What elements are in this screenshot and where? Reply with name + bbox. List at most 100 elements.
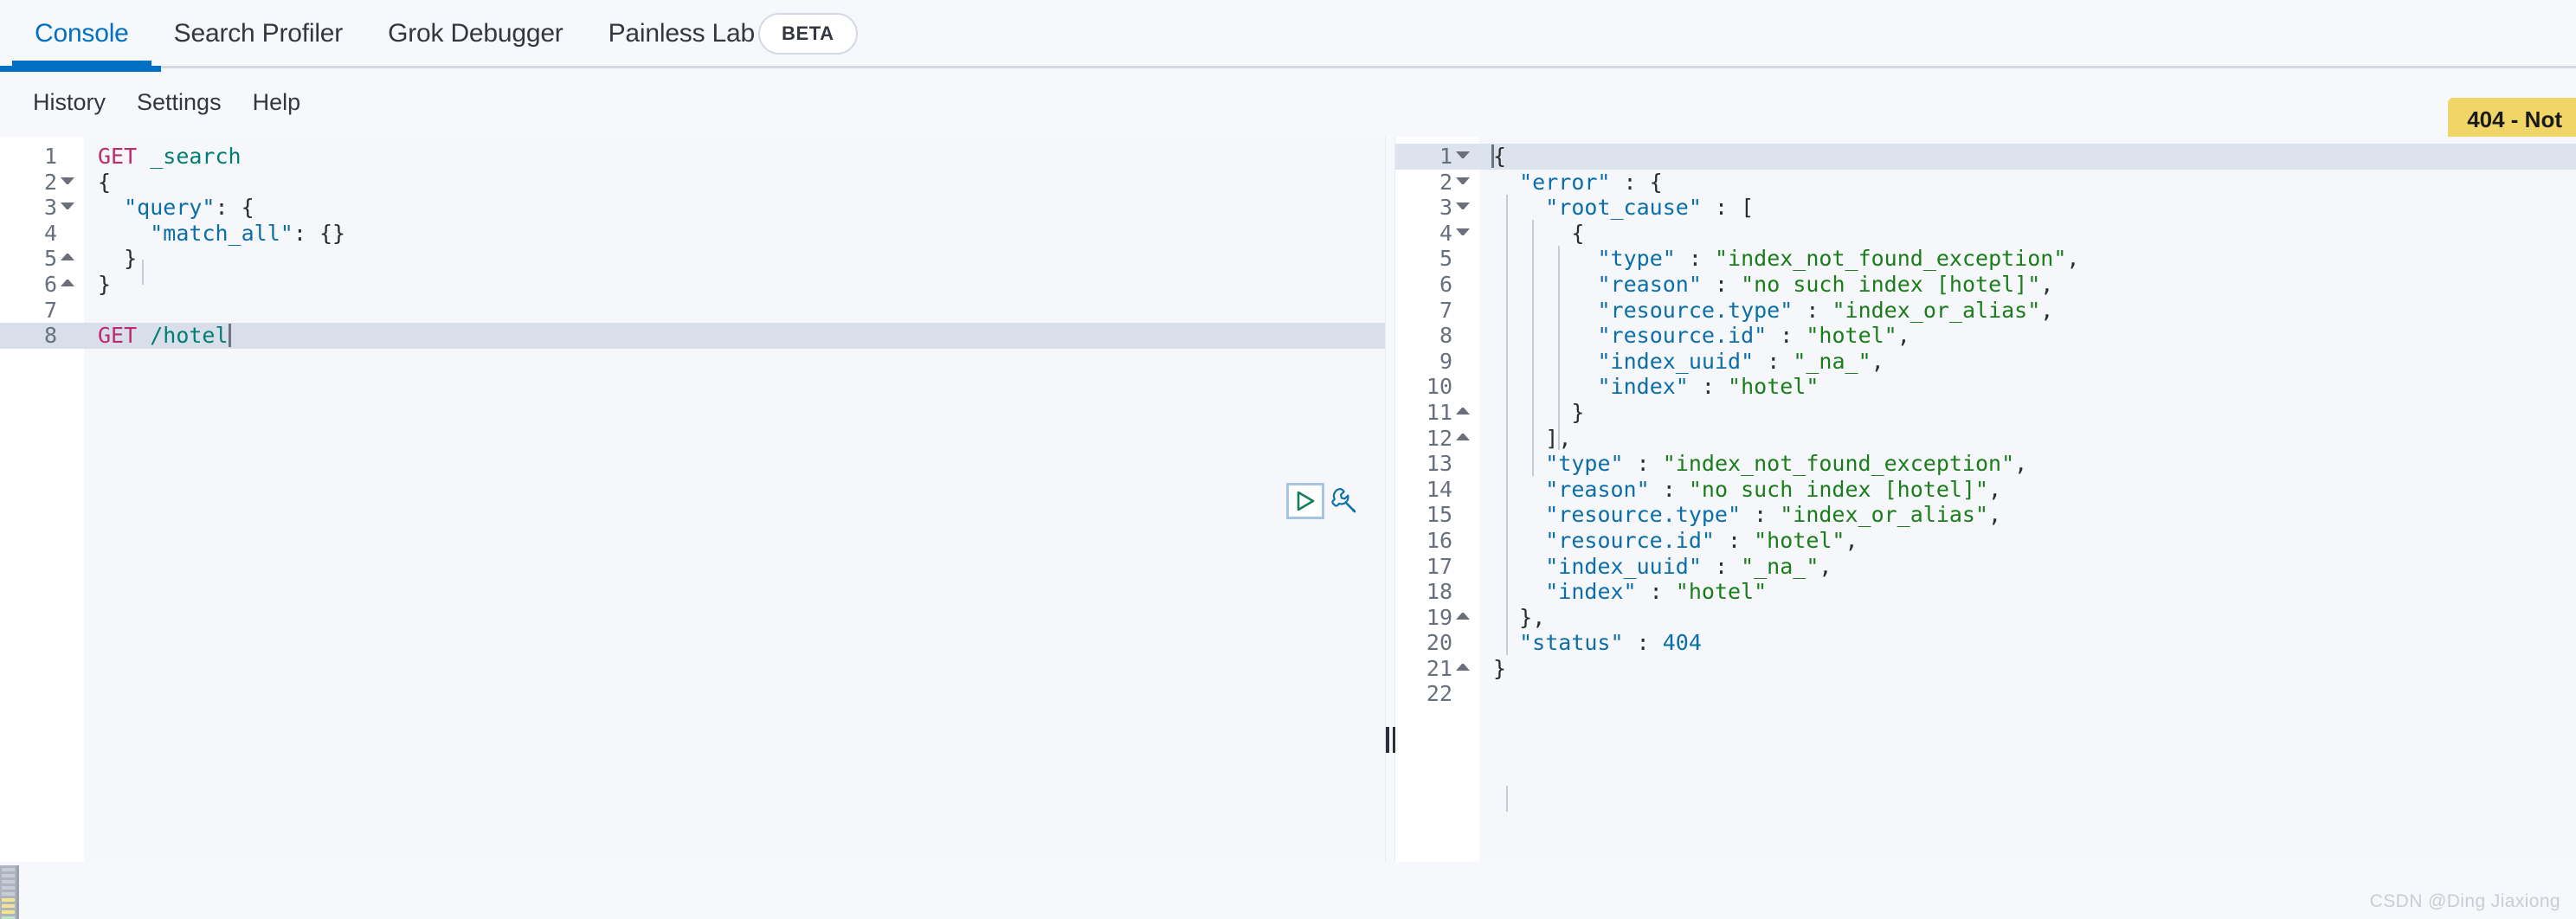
code-line[interactable]: 17 "index_uuid" : "_na_", xyxy=(1395,554,2576,580)
fold-expand-icon[interactable] xyxy=(61,280,74,286)
line-number: 8 xyxy=(43,323,57,349)
line-number: 16 xyxy=(1426,527,1452,553)
code-line[interactable]: 21} xyxy=(1395,656,2576,682)
fold-collapse-icon[interactable] xyxy=(1456,202,1470,209)
editor-line-list: 1 GET _search 2{3 "query": {4 "match_all":… xyxy=(0,144,1385,349)
console-toolbar: History Settings Help xyxy=(0,68,2576,137)
screenshot-thumbnail[interactable] xyxy=(0,865,19,919)
line-number: 14 xyxy=(1426,476,1452,502)
code-line[interactable]: 20 "status" : 404 xyxy=(1395,630,2576,656)
code-line[interactable]: 16 "resource.id" : "hotel", xyxy=(1395,528,2576,554)
tab-grok-debugger-label: Grok Debugger xyxy=(388,18,564,48)
fold-expand-icon[interactable] xyxy=(1456,613,1470,620)
text-cursor xyxy=(228,324,231,348)
settings-button[interactable]: Settings xyxy=(121,91,237,114)
status-badge: 404 - Not xyxy=(2448,98,2576,142)
request-editor[interactable]: 1 GET _search 2{3 "query": {4 "match_all":… xyxy=(0,137,1385,862)
code-text: { xyxy=(98,169,112,195)
line-number: 7 xyxy=(1439,297,1452,323)
line-number: 1 xyxy=(43,144,57,169)
code-line[interactable]: 4 "match_all": {} xyxy=(0,221,1385,247)
code-line[interactable]: 5 "type" : "index_not_found_exception", xyxy=(1395,246,2576,272)
fold-collapse-icon[interactable] xyxy=(61,177,74,184)
tab-painless-lab[interactable]: Painless Lab BETA xyxy=(586,0,880,67)
nesting-guide xyxy=(1506,786,1508,812)
code-line[interactable]: 15 "resource.type" : "index_or_alias", xyxy=(1395,502,2576,528)
fold-collapse-icon[interactable] xyxy=(61,202,74,209)
code-line[interactable]: 13 "type" : "index_not_found_exception", xyxy=(1395,451,2576,477)
code-text: GET /hotel xyxy=(98,323,229,349)
nesting-guide xyxy=(1532,220,1534,476)
code-line[interactable]: 3 "query": { xyxy=(0,195,1385,221)
tab-search-profiler-label: Search Profiler xyxy=(173,18,344,48)
line-number: 2 xyxy=(43,169,57,195)
code-line[interactable]: 6 "reason" : "no such index [hotel]", xyxy=(1395,272,2576,298)
code-line[interactable]: 2{ xyxy=(0,170,1385,196)
line-number: 9 xyxy=(1439,348,1452,374)
code-text: "type" : "index_not_found_exception", xyxy=(1597,246,2080,272)
thumb-row xyxy=(2,892,15,896)
tab-search-profiler[interactable]: Search Profiler xyxy=(151,0,365,67)
open-documentation-button[interactable] xyxy=(1330,486,1359,516)
tab-painless-lab-label: Painless Lab xyxy=(608,18,756,48)
request-actions xyxy=(1286,483,1359,519)
code-text: }, xyxy=(1519,604,1546,630)
code-text: { xyxy=(1493,144,1507,169)
footer-strip xyxy=(0,862,2576,919)
fold-collapse-icon[interactable] xyxy=(1456,177,1470,184)
line-number: 6 xyxy=(43,271,57,297)
line-number: 4 xyxy=(1439,220,1452,246)
code-text: "status" : 404 xyxy=(1519,630,1702,656)
code-text: "query": { xyxy=(124,195,254,221)
code-line[interactable]: 18 "index" : "hotel" xyxy=(1395,579,2576,605)
watermark: CSDN @Ding Jiaxiong xyxy=(2369,891,2560,911)
fold-expand-icon[interactable] xyxy=(1456,408,1470,415)
code-line[interactable]: 8 "resource.id" : "hotel", xyxy=(1395,323,2576,349)
line-number: 13 xyxy=(1426,451,1452,477)
thumb-row xyxy=(2,910,15,914)
code-line[interactable]: 19 }, xyxy=(1395,605,2576,631)
code-text: "index_uuid" : "_na_", xyxy=(1545,553,1832,579)
text-cursor xyxy=(1491,145,1494,168)
code-line[interactable]: 10 "index" : "hotel" xyxy=(1395,374,2576,400)
code-line[interactable]: 4 { xyxy=(1395,221,2576,247)
code-text: "error" : { xyxy=(1519,169,1663,195)
code-line[interactable]: 3 "root_cause" : [ xyxy=(1395,195,2576,221)
code-text: } xyxy=(1493,655,1507,681)
tab-console-label: Console xyxy=(35,18,129,48)
code-text: } xyxy=(98,271,112,297)
line-number: 22 xyxy=(1426,681,1452,707)
code-line[interactable]: 8 GET /hotel xyxy=(0,323,1385,349)
beta-badge: BETA xyxy=(758,12,858,55)
history-button[interactable]: History xyxy=(17,91,121,114)
code-text: "resource.type" : "index_or_alias", xyxy=(1545,502,2002,528)
fold-collapse-icon[interactable] xyxy=(1456,151,1470,158)
code-line[interactable]: 2 "error" : { xyxy=(1395,170,2576,196)
line-number: 15 xyxy=(1426,502,1452,528)
fold-expand-icon[interactable] xyxy=(1456,664,1470,671)
run-request-button[interactable] xyxy=(1286,483,1324,519)
line-number: 6 xyxy=(1439,271,1452,297)
code-line[interactable]: 22 xyxy=(1395,681,2576,707)
response-editor[interactable]: 1{2 "error" : {3 "root_cause" : [4 {5 "t… xyxy=(1395,137,2576,862)
code-line[interactable]: 9 "index_uuid" : "_na_", xyxy=(1395,349,2576,375)
code-line[interactable]: 1 GET _search xyxy=(0,144,1385,170)
help-button[interactable]: Help xyxy=(237,91,317,114)
tab-console[interactable]: Console xyxy=(12,0,151,67)
fold-expand-icon[interactable] xyxy=(61,254,74,260)
code-line[interactable]: 5 } xyxy=(0,246,1385,272)
line-number: 1 xyxy=(1439,144,1452,169)
code-line[interactable]: 11 } xyxy=(1395,400,2576,426)
response-pane[interactable]: 1{2 "error" : {3 "root_cause" : [4 {5 "t… xyxy=(1395,137,2576,862)
fold-expand-icon[interactable] xyxy=(1456,434,1470,440)
code-line[interactable]: 6} xyxy=(0,272,1385,298)
request-editor-pane[interactable]: 1 GET _search 2{3 "query": {4 "match_all":… xyxy=(0,137,1385,862)
code-line[interactable]: 12 ], xyxy=(1395,426,2576,452)
code-line[interactable]: 7 xyxy=(0,298,1385,324)
fold-collapse-icon[interactable] xyxy=(1456,228,1470,235)
code-line[interactable]: 1{ xyxy=(1395,144,2576,170)
tab-grok-debugger[interactable]: Grok Debugger xyxy=(365,0,586,67)
code-line[interactable]: 14 "reason" : "no such index [hotel]", xyxy=(1395,477,2576,503)
line-number: 3 xyxy=(1439,195,1452,221)
code-line[interactable]: 7 "resource.type" : "index_or_alias", xyxy=(1395,298,2576,324)
